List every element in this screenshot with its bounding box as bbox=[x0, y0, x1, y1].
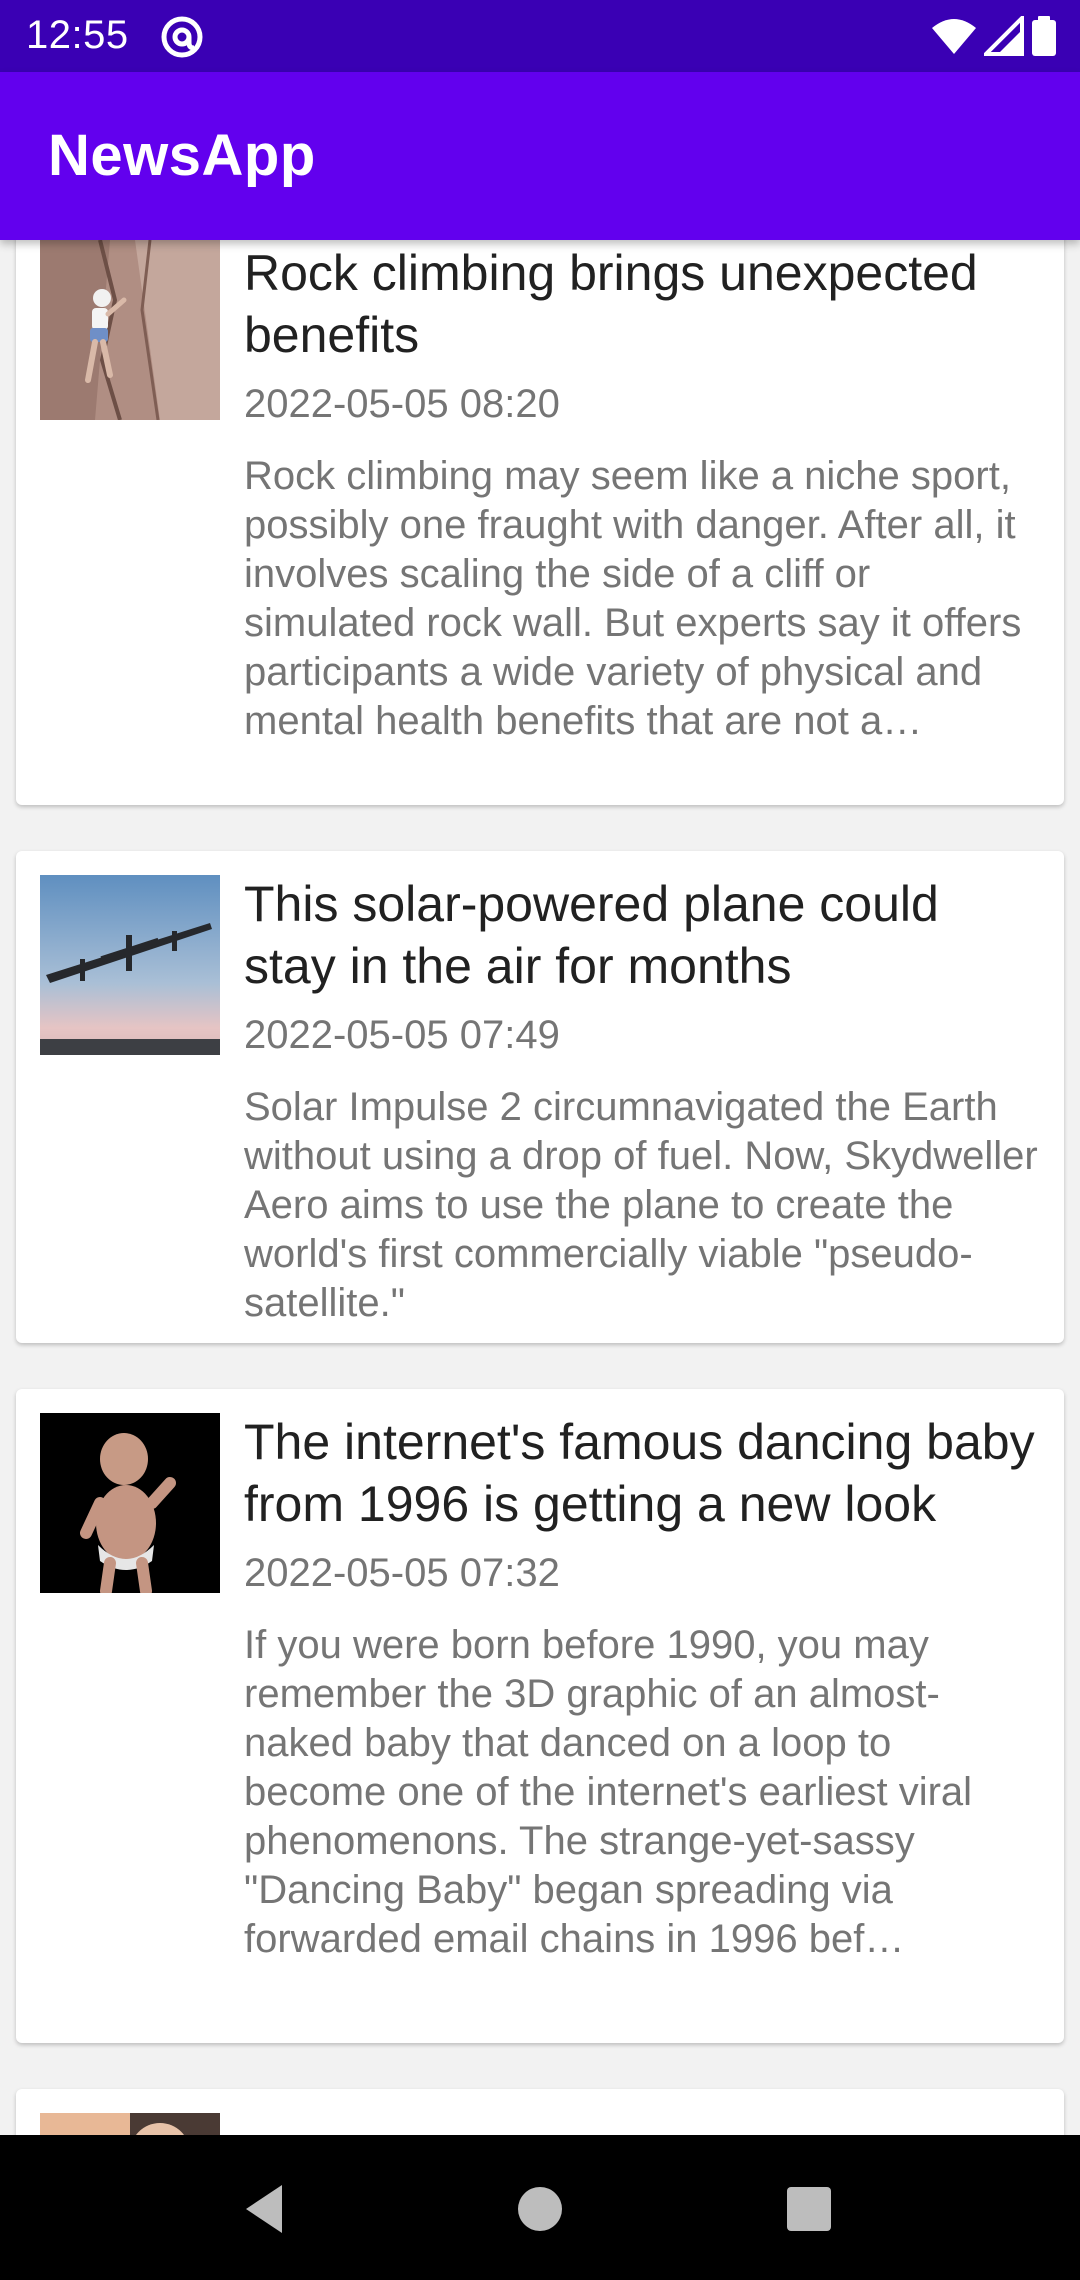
at-sign-icon bbox=[160, 15, 204, 59]
app-title: NewsApp bbox=[48, 123, 316, 188]
article-timestamp: 2022-05-05 08:20 bbox=[244, 382, 560, 426]
article-card[interactable]: Rock climbing brings unexpected benefits… bbox=[16, 240, 1064, 805]
status-bar: 12:55 bbox=[0, 0, 1080, 72]
article-timestamp: 2022-05-05 07:49 bbox=[244, 1013, 560, 1057]
article-summary: Rock climbing may seem like a niche spor… bbox=[244, 454, 1022, 743]
status-time: 12:55 bbox=[26, 13, 129, 57]
rock-climber-photo bbox=[40, 240, 220, 420]
article-summary: If you were born before 1990, you may re… bbox=[244, 1623, 973, 1961]
solar-plane-photo bbox=[40, 875, 220, 1055]
article-headline: Rock climbing brings unexpected benefits bbox=[244, 245, 978, 363]
article-timestamp: 2022-05-05 07:32 bbox=[244, 1551, 560, 1595]
article-card[interactable]: The internet's famous dancing baby from … bbox=[16, 1389, 1064, 2043]
article-card[interactable] bbox=[16, 2089, 1064, 2135]
article-thumbnail bbox=[40, 2113, 220, 2135]
article-card[interactable]: This solar-powered plane could stay in t… bbox=[16, 851, 1064, 1343]
article-headline: The internet's famous dancing baby from … bbox=[244, 1414, 1035, 1532]
news-feed[interactable]: Rock climbing brings unexpected benefits… bbox=[0, 240, 1080, 2135]
wifi-icon bbox=[930, 16, 978, 56]
battery-icon bbox=[1030, 16, 1058, 56]
dancing-baby-render bbox=[40, 1413, 220, 1593]
app-bar: NewsApp bbox=[0, 72, 1080, 240]
navigation-bar bbox=[0, 2135, 1080, 2280]
article-headline: This solar-powered plane could stay in t… bbox=[244, 876, 939, 994]
home-icon[interactable] bbox=[508, 2177, 572, 2241]
article-summary: Solar Impulse 2 circumnavigated the Eart… bbox=[244, 1085, 1038, 1325]
recents-icon[interactable] bbox=[777, 2177, 841, 2241]
signal-icon bbox=[984, 16, 1024, 56]
back-icon[interactable] bbox=[236, 2177, 300, 2241]
status-icons bbox=[930, 14, 1058, 58]
